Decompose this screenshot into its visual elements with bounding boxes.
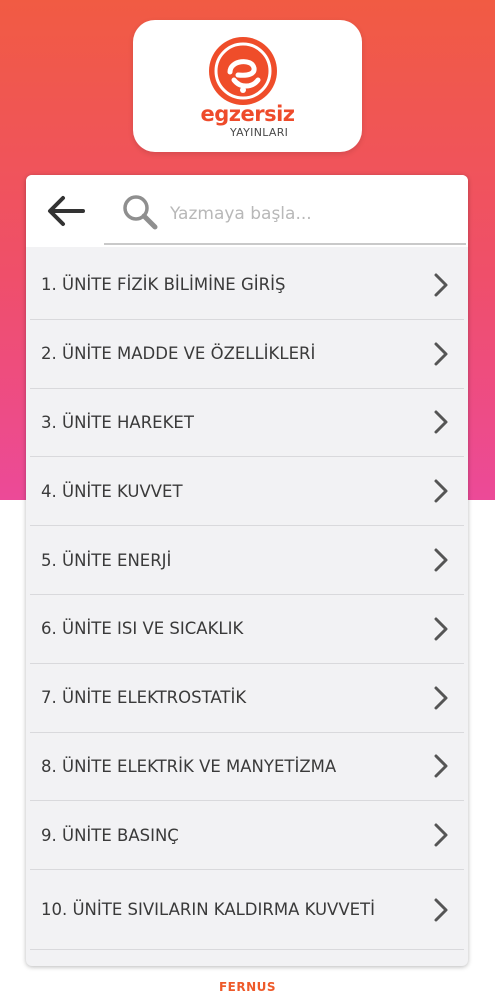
unit-item-8[interactable]: 8. ÜNİTE ELEKTRİK VE MANYETİZMA xyxy=(30,733,464,802)
unit-label: 5. ÜNİTE ENERJİ xyxy=(41,550,172,570)
search-input[interactable] xyxy=(170,199,450,229)
chevron-right-icon xyxy=(434,898,448,922)
unit-label: 2. ÜNİTE MADDE VE ÖZELLİKLERİ xyxy=(41,344,316,364)
unit-label: 8. ÜNİTE ELEKTRİK VE MANYETİZMA xyxy=(41,756,337,776)
unit-label: 10. ÜNİTE SIVILARIN KALDIRMA KUVVETİ xyxy=(41,900,376,920)
logo-subtitle: YAYINLARI xyxy=(230,126,289,139)
arrow-left-icon xyxy=(48,196,85,226)
unit-label: 7. ÜNİTE ELEKTROSTATİK xyxy=(41,688,247,708)
chevron-right-icon xyxy=(434,273,448,297)
unit-item-4[interactable]: 4. ÜNİTE KUVVET xyxy=(30,457,464,527)
unit-item-6[interactable]: 6. ÜNİTE ISI VE SICAKLIK xyxy=(30,595,464,664)
search-underline xyxy=(104,243,466,245)
unit-label: 1. ÜNİTE FİZİK BİLİMİNE GİRİŞ xyxy=(41,275,286,295)
chevron-right-icon xyxy=(434,617,448,641)
back-button[interactable] xyxy=(44,191,88,231)
unit-list: 1. ÜNİTE FİZİK BİLİMİNE GİRİŞ 2. ÜNİTE M… xyxy=(26,251,468,951)
chevron-right-icon xyxy=(434,686,448,710)
chevron-right-icon xyxy=(434,479,448,503)
chevron-right-icon xyxy=(434,548,448,572)
search-icon xyxy=(123,195,158,230)
unit-label: 6. ÜNİTE ISI VE SICAKLIK xyxy=(41,619,244,639)
chevron-right-icon xyxy=(434,754,448,778)
unit-item-5[interactable]: 5. ÜNİTE ENERJİ xyxy=(30,526,464,595)
chevron-right-icon xyxy=(434,823,448,847)
footer-brand-logo: FERNUS xyxy=(218,980,277,994)
unit-label: 9. ÜNİTE BASINÇ xyxy=(41,825,179,845)
logo-wordmark: egzersiz xyxy=(200,102,295,126)
unit-label: 4. ÜNİTE KUVVET xyxy=(41,481,183,501)
unit-item-3[interactable]: 3. ÜNİTE HAREKET xyxy=(30,389,464,458)
unit-item-2[interactable]: 2. ÜNİTE MADDE VE ÖZELLİKLERİ xyxy=(30,320,464,389)
unit-item-9[interactable]: 9. ÜNİTE BASINÇ xyxy=(30,801,464,871)
unit-item-1[interactable]: 1. ÜNİTE FİZİK BİLİMİNE GİRİŞ xyxy=(30,251,464,320)
unit-item-7[interactable]: 7. ÜNİTE ELEKTROSTATİK xyxy=(30,664,464,733)
search-bar xyxy=(26,175,468,247)
unit-label: 3. ÜNİTE HAREKET xyxy=(41,412,194,432)
egzersiz-logo-icon xyxy=(209,37,277,105)
unit-item-10[interactable]: 10. ÜNİTE SIVILARIN KALDIRMA KUVVETİ xyxy=(30,870,464,951)
unit-list-panel: 1. ÜNİTE FİZİK BİLİMİNE GİRİŞ 2. ÜNİTE M… xyxy=(26,175,468,966)
logo-card: egzersiz YAYINLARI xyxy=(133,20,362,152)
chevron-right-icon xyxy=(434,342,448,366)
chevron-right-icon xyxy=(434,410,448,434)
